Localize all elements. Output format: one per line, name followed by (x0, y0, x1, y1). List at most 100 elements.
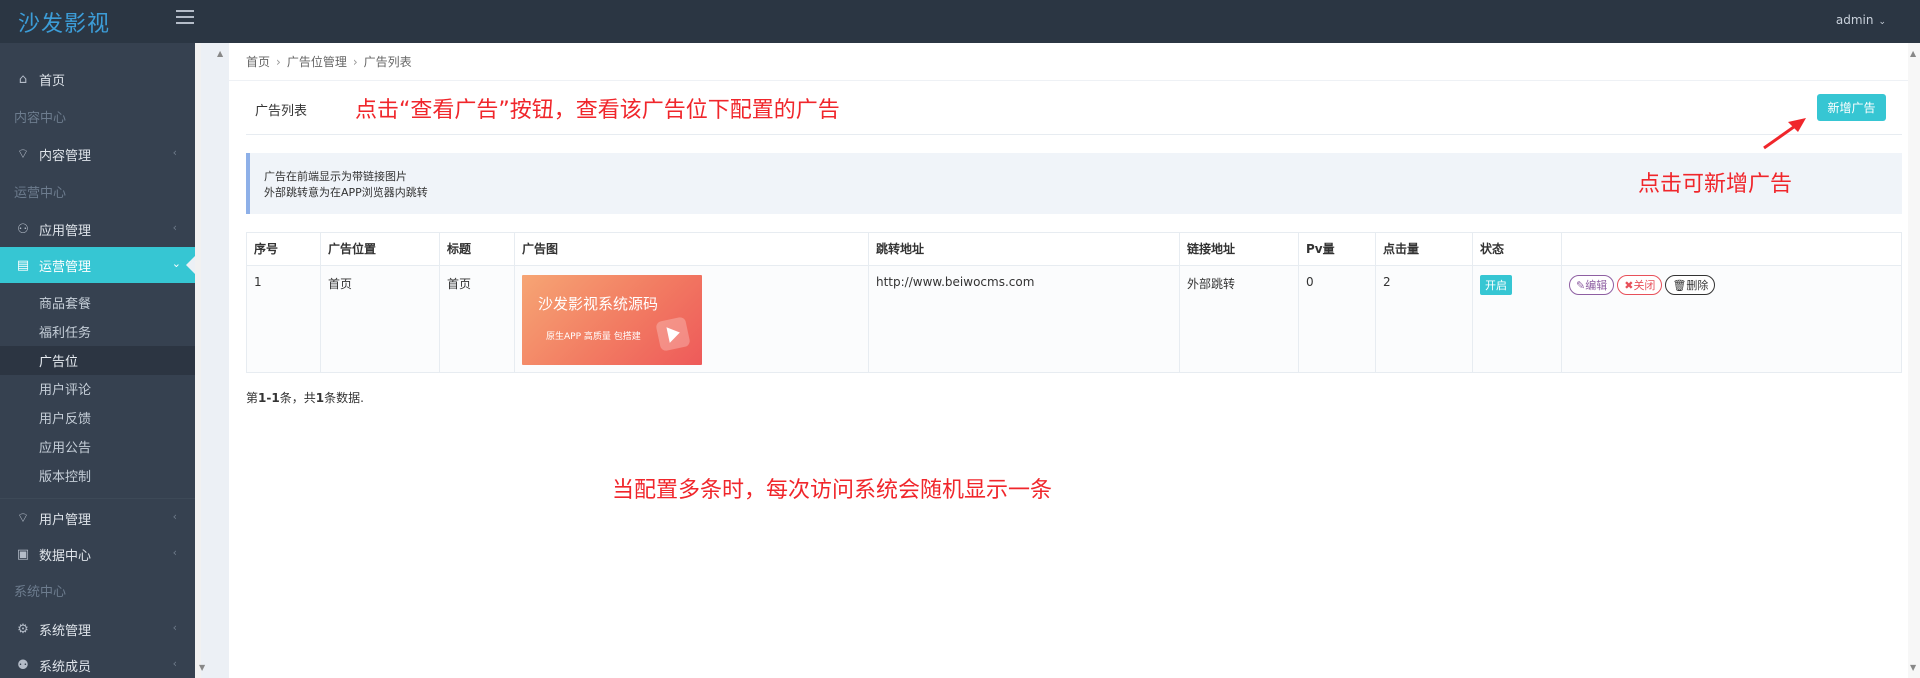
column-header: 广告位置 (320, 232, 440, 266)
annotation-random: 当配置多条时，每次访问系统会随机显示一条 (612, 478, 1053, 503)
breadcrumb-ad-slot-management[interactable]: 广告位管理 (287, 55, 347, 69)
book-icon: ▤ (16, 257, 30, 273)
summary-mid: 条，共 (279, 391, 316, 405)
sidebar-item-user-management[interactable]: ⌔ 用户管理 ‹ (0, 500, 195, 536)
cell-url: http://www.beiwocms.com (868, 265, 1180, 373)
sidebar-subitem-app-announcements[interactable]: 应用公告 (0, 432, 195, 461)
gear-icon: ⚙ (17, 621, 29, 637)
status-badge: 开启 (1480, 275, 1512, 295)
annotation-arrow-icon (1763, 118, 1806, 150)
add-ad-button[interactable]: 新增广告 (1817, 94, 1886, 121)
home-icon: ⌂ (18, 71, 28, 87)
column-header: 标题 (439, 232, 515, 266)
column-header: 序号 (246, 232, 321, 266)
cell-actions: ✎编辑 ✖关闭 🗑删除 (1561, 265, 1902, 373)
sidebar: ⌂ 首页 内容中心 ⌔ 内容管理 ‹ 运营中心 ⚇ 应用管理 ‹ ▤ 运营管理 … (0, 43, 195, 678)
edit-label: 编辑 (1585, 279, 1608, 292)
column-header: Pv量 (1298, 232, 1376, 266)
chevron-right-icon: › (276, 55, 281, 69)
scroll-up-icon[interactable]: ▲ (217, 49, 223, 58)
users-icon: ⚉ (17, 657, 29, 673)
breadcrumb-ad-list: 广告列表 (363, 55, 412, 69)
section-label-system: 系统中心 (14, 585, 67, 600)
note-line: 广告在前端显示为带链接图片 (264, 170, 407, 183)
annotation-add-ad: 点击可新增广告 (1638, 172, 1793, 197)
scroll-down-icon[interactable]: ▼ (199, 663, 205, 672)
sidebar-item-operations-management[interactable]: ▤ 运营管理 ⌄ (0, 247, 195, 283)
play-icon (655, 316, 691, 352)
sidebar-item-data-center[interactable]: ▣ 数据中心 ‹ (0, 536, 195, 572)
delete-button[interactable]: 🗑删除 (1665, 275, 1716, 295)
close-button[interactable]: ✖关闭 (1617, 275, 1663, 295)
sidebar-subitem-welfare-tasks[interactable]: 福利任务 (0, 317, 195, 346)
summary-suffix: 条数据. (324, 391, 364, 405)
edit-icon: ✎ (1576, 279, 1586, 292)
main-content: 首页 › 广告位管理 › 广告列表 广告列表 新增广告 广告在前端显示为带链接图片 外部… (229, 43, 1920, 678)
menu-toggle-icon[interactable] (176, 10, 194, 24)
sidebar-item-system-management[interactable]: ⚙ 系统管理 ‹ (0, 611, 195, 647)
panel-title: 广告列表 (255, 104, 308, 119)
chevron-right-icon: › (352, 55, 358, 69)
app-logo[interactable]: 沙发影视 (18, 6, 110, 38)
breadcrumb: 首页 › 广告位管理 › 广告列表 (246, 53, 412, 70)
delete-label: 删除 (1686, 279, 1709, 292)
chevron-down-icon: ⌄ (171, 257, 181, 270)
chevron-left-icon: ‹ (172, 510, 177, 523)
user-name: admin (1835, 13, 1874, 27)
sidebar-subitem-user-comments[interactable]: 用户评论 (0, 374, 195, 403)
chevron-left-icon: ‹ (172, 546, 177, 559)
sidebar-subitem-ad-slots[interactable]: 广告位 (0, 346, 195, 375)
cell-status: 开启 (1472, 265, 1562, 373)
chevron-left-icon: ‹ (172, 221, 177, 234)
ad-image[interactable]: 沙发影视系统源码 原生APP 高质量 包搭建 (522, 275, 702, 365)
summary-total: 1 (315, 391, 325, 405)
user-icon: ⚇ (17, 221, 29, 237)
sidebar-item-system-members[interactable]: ⚉ 系统成员 ‹ (0, 647, 195, 678)
sidebar-item-content-management[interactable]: ⌔ 内容管理 ‹ (0, 136, 195, 172)
cell-position: 首页 (320, 265, 440, 373)
cell-clicks: 2 (1375, 265, 1473, 373)
sidebar-subitem-version-control[interactable]: 版本控制 (0, 461, 195, 490)
column-header: 状态 (1472, 232, 1562, 266)
section-label-operations: 运营中心 (14, 186, 67, 201)
chevron-down-icon: ⌄ (1878, 17, 1886, 27)
sidebar-item-label: 数据中心 (39, 548, 92, 564)
tag-icon: ⌔ (16, 511, 30, 526)
sidebar-item-label: 应用管理 (39, 223, 92, 239)
column-header: 广告图 (514, 232, 869, 266)
sidebar-item-app-management[interactable]: ⚇ 应用管理 ‹ (0, 211, 195, 247)
trash-icon: 🗑 (1672, 279, 1687, 292)
column-header (1561, 232, 1902, 266)
breadcrumb-home[interactable]: 首页 (246, 55, 270, 69)
sidebar-item-label: 用户管理 (39, 512, 92, 528)
top-bar: 沙发影视 admin ⌄ (0, 0, 1920, 43)
clipboard-icon: ▣ (16, 546, 30, 562)
ads-table: 序号 广告位置 标题 广告图 跳转地址 链接地址 Pv量 点击量 状态 1 首页… (246, 232, 1902, 373)
column-header: 跳转地址 (868, 232, 1180, 266)
summary-range: 1-1 (258, 391, 280, 405)
table-header-row: 序号 广告位置 标题 广告图 跳转地址 链接地址 Pv量 点击量 状态 (246, 232, 1902, 266)
scroll-up-icon[interactable]: ▲ (1910, 49, 1916, 58)
edit-button[interactable]: ✎编辑 (1569, 275, 1615, 295)
cell-id: 1 (246, 265, 321, 373)
sidebar-divider (0, 498, 195, 499)
divider (229, 80, 1920, 81)
content-scrollbar[interactable]: ▲ ▼ (1908, 43, 1920, 678)
cell-pv: 0 (1298, 265, 1376, 373)
sidebar-item-home[interactable]: ⌂ 首页 (0, 61, 195, 97)
scroll-track[interactable] (195, 43, 201, 678)
sidebar-subitem-user-feedback[interactable]: 用户反馈 (0, 403, 195, 432)
user-menu[interactable]: admin ⌄ (1836, 13, 1886, 27)
sidebar-subitem-product-plans[interactable]: 商品套餐 (0, 288, 195, 317)
sidebar-scrollbar[interactable]: ▲ ▼ (195, 43, 229, 678)
divider (246, 134, 1902, 135)
annotation-view-ads: 点击“查看广告”按钮，查看该广告位下配置的广告 (355, 98, 840, 123)
note-line: 外部跳转意为在APP浏览器内跳转 (264, 186, 428, 199)
table-row: 1 首页 首页 沙发影视系统源码 原生APP 高质量 包搭建 http://ww… (246, 265, 1902, 373)
summary-prefix: 第 (246, 391, 259, 405)
sidebar-item-label: 内容管理 (39, 148, 92, 164)
column-header: 链接地址 (1179, 232, 1299, 266)
sidebar-item-label: 运营管理 (39, 259, 92, 275)
chevron-left-icon: ‹ (172, 621, 177, 634)
scroll-down-icon[interactable]: ▼ (1910, 663, 1916, 672)
